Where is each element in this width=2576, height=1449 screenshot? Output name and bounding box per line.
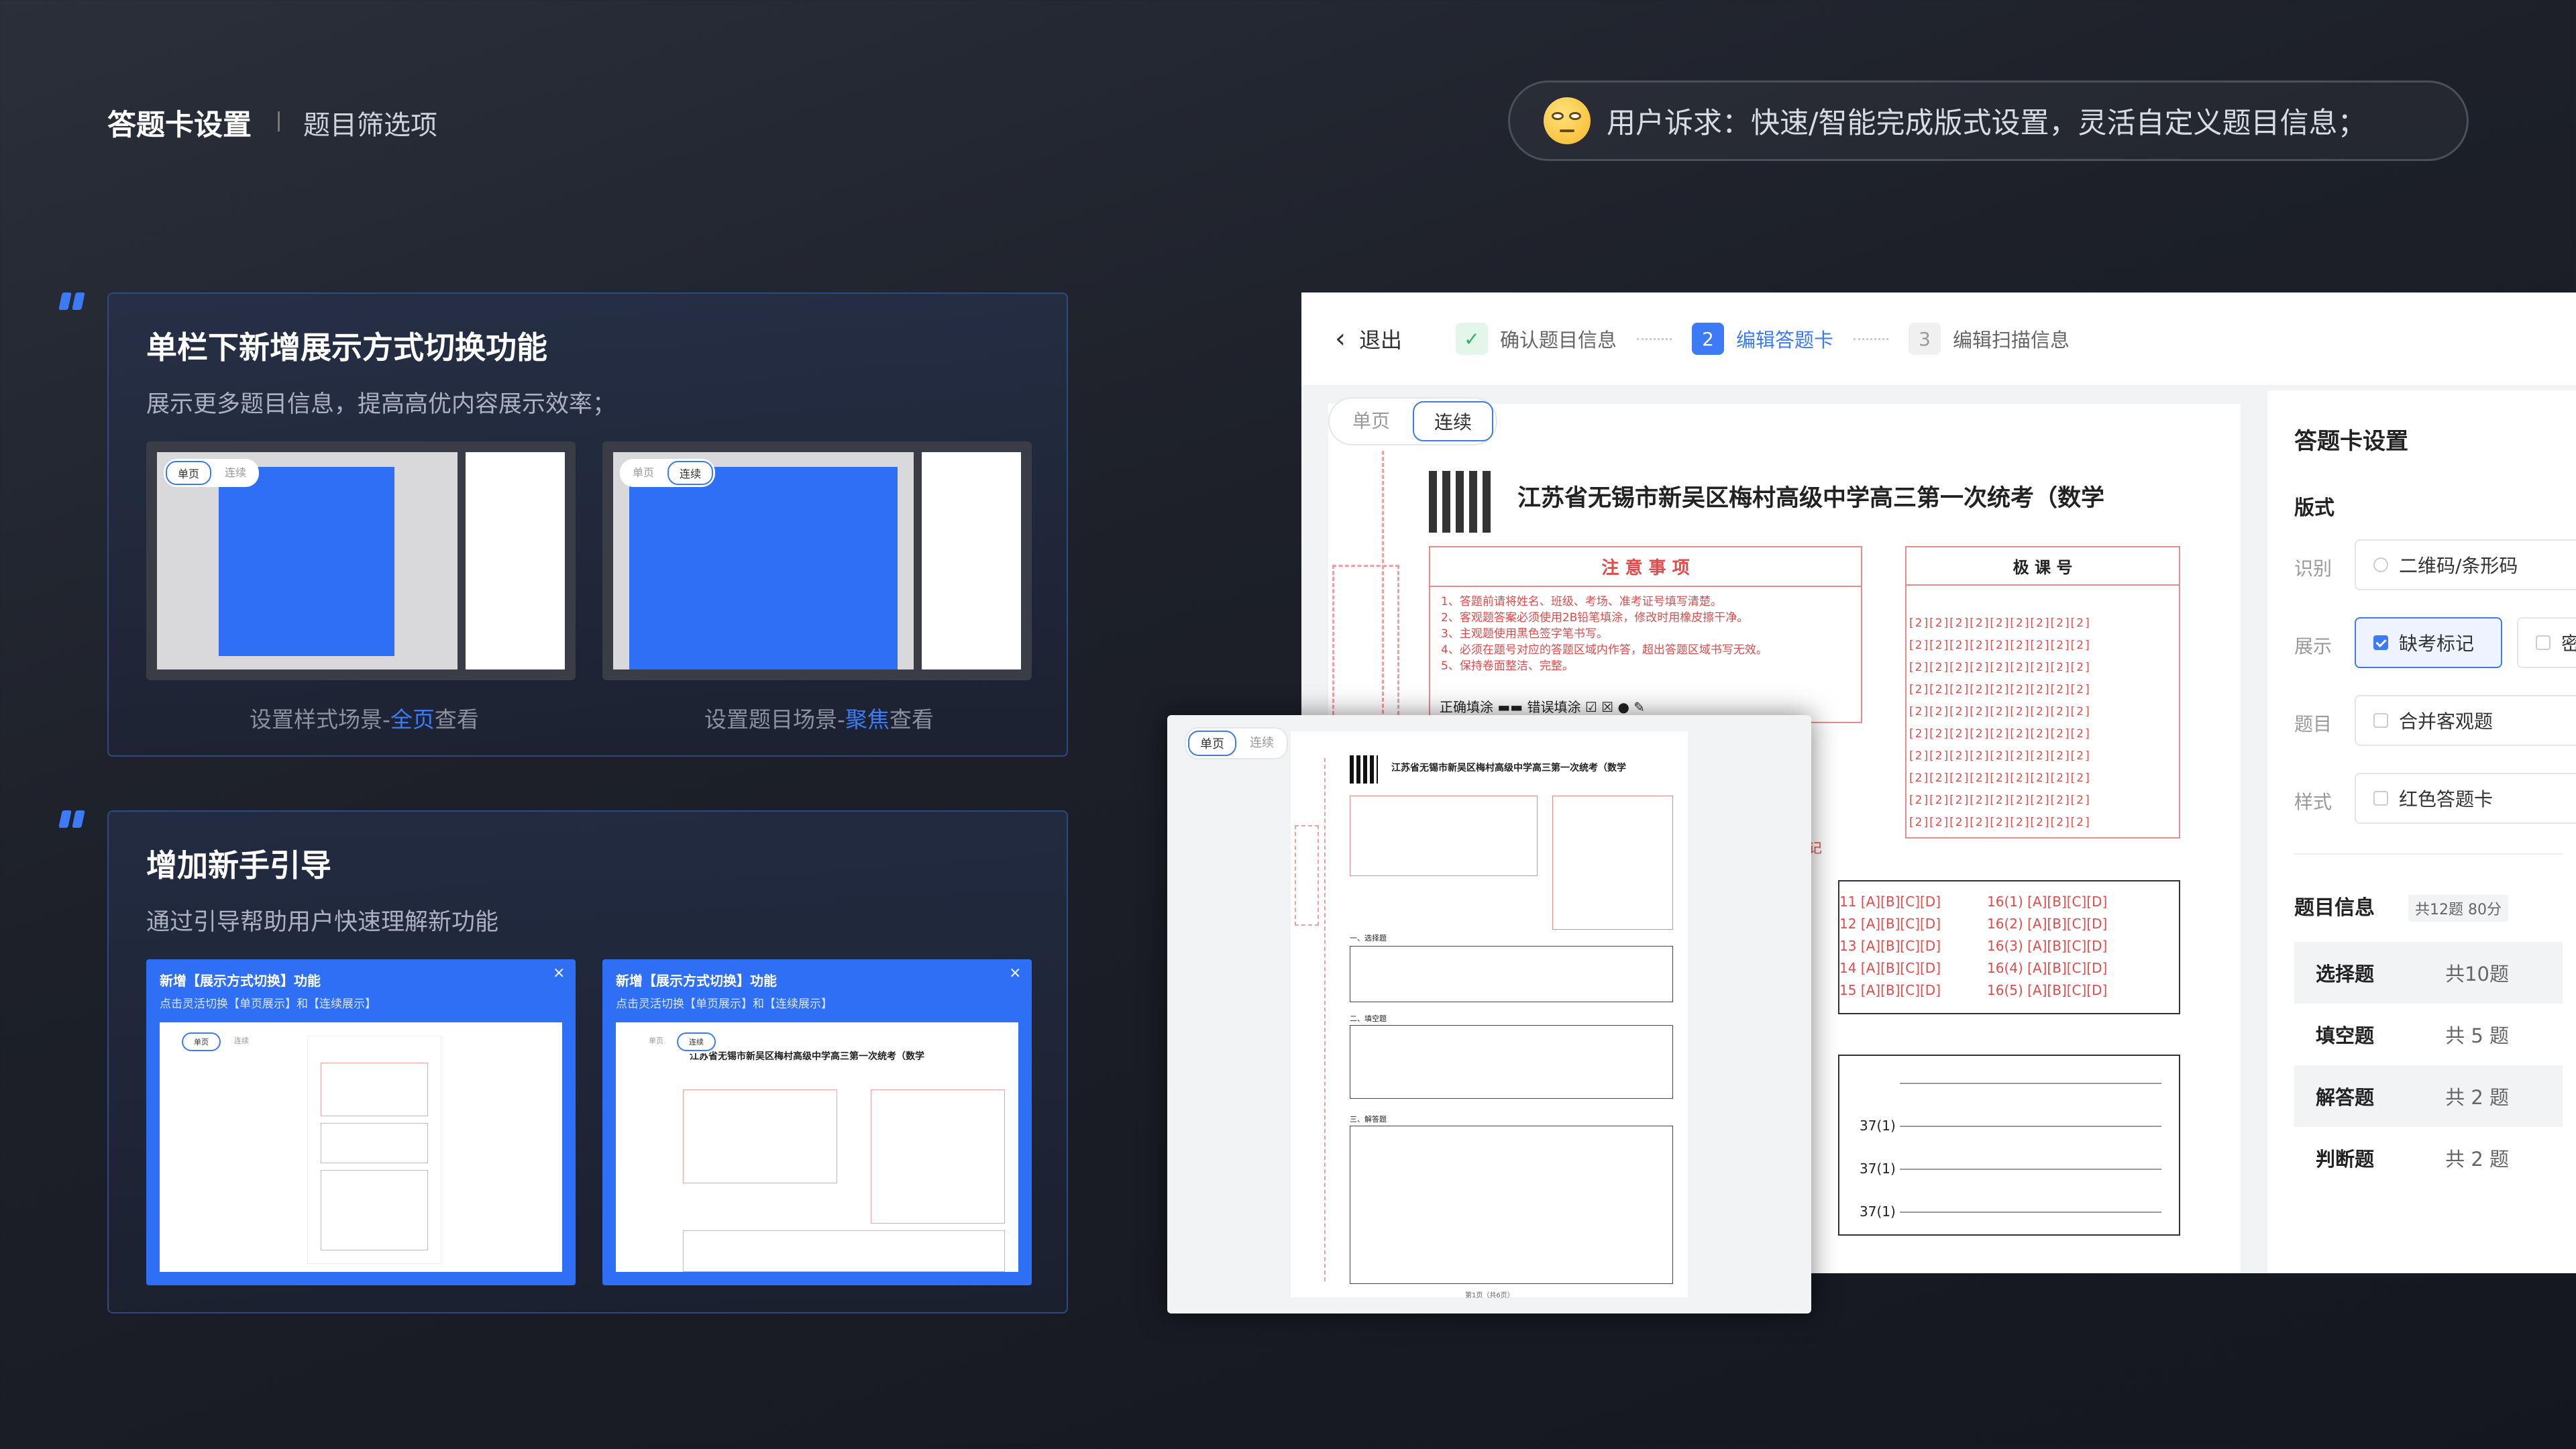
- back-button[interactable]: 退出: [1359, 323, 1402, 354]
- guide-subtitle: 点击灵活切换【单页展示】和【连续展示】: [160, 998, 376, 1011]
- preview-tab-single[interactable]: 单页: [1188, 731, 1236, 756]
- caption-fullpage: 设置样式场景-全页查看: [250, 706, 479, 733]
- guide-title: 新增【展示方式切换】功能: [160, 973, 321, 989]
- mini-view-tabs: 单页 连续: [620, 459, 716, 487]
- caption-focus: 设置题目场景-聚焦查看: [704, 706, 934, 733]
- page-subtitle: 题目筛选项: [303, 110, 437, 141]
- preview-view-tabs[interactable]: 单页 连续: [1185, 727, 1288, 759]
- view-mode-tabs[interactable]: 单页 连续: [1328, 397, 1498, 445]
- sheet-title: 江苏省无锡市新吴区梅村高级中学高三第一次统考（数学: [1517, 485, 2105, 512]
- absent-mark-option[interactable]: 缺考标记: [2355, 617, 2502, 668]
- single-page-preview: 单页 连续 江苏省无锡市新吴区梅村高级中学高三第一次统考（数学 一、选择题 二、…: [1167, 715, 1811, 1313]
- question-info-title: 题目信息: [2294, 896, 2375, 920]
- card-title: 单栏下新增展示方式切换功能: [146, 329, 547, 366]
- mini-tab-continuous: 连续: [667, 461, 714, 485]
- red-sheet-option[interactable]: 红色答题卡: [2355, 773, 2576, 824]
- user-need-text: 用户诉求：快速/智能完成版式设置，灵活自定义题目信息；: [1607, 107, 2367, 140]
- guide-subtitle: 点击灵活切换【单页展示】和【连续展示】: [616, 998, 833, 1011]
- thinking-emoji-icon: [1544, 97, 1591, 144]
- quote-mark-icon: [58, 292, 85, 310]
- mini-tab-continuous: 连续: [225, 466, 247, 479]
- preview-tab-continuous[interactable]: 连续: [1239, 731, 1285, 756]
- question-row-fill[interactable]: 填空题共 5 题: [2294, 1004, 2563, 1065]
- card-title: 增加新手引导: [146, 847, 331, 883]
- mini-tab-single: 单页: [182, 1032, 221, 1051]
- mini-tab-continuous: 连续: [677, 1032, 716, 1051]
- preview-footer: 第1页（共6页）: [1465, 1292, 1514, 1299]
- mini-tab-single: 单页: [166, 461, 212, 485]
- mini-view-tabs: 单页 连续: [636, 1030, 718, 1053]
- mini-tab-single: 单页: [649, 1036, 663, 1045]
- question-row-judge[interactable]: 判断题共 2 题: [2294, 1127, 2563, 1189]
- editor-topbar: ‹ 退出 ✓ 确认题目信息 2 编辑答题卡 3 编辑扫描信息: [1301, 292, 2576, 385]
- notice-box: 注 意 事 项 1、答题前请将姓名、班级、考场、准考证号填写清楚。 2、客观题答…: [1429, 546, 1862, 723]
- preview-section-solve: 三、解答题: [1350, 1115, 1387, 1124]
- layout-label: 版式: [2294, 496, 2334, 520]
- preview-section-fill: 二、填空题: [1350, 1014, 1387, 1023]
- close-icon[interactable]: ×: [1009, 965, 1021, 981]
- guide-popover-2: 新增【展示方式切换】功能 点击灵活切换【单页展示】和【连续展示】 × 江苏省无锡…: [602, 959, 1032, 1285]
- thumb-focus: 单页 连续: [602, 441, 1032, 680]
- guide-popover-1: 新增【展示方式切换】功能 点击灵活切换【单页展示】和【连续展示】 × 单页 连续: [146, 959, 576, 1285]
- question-row-solve[interactable]: 解答题共 2 题: [2294, 1065, 2563, 1127]
- title-divider: [278, 111, 280, 131]
- choice-block: 11 [A][B][C][D] 12 [A][B][C][D] 13 [A][B…: [1838, 880, 2180, 1014]
- display-label: 展示: [2294, 635, 2332, 657]
- mini-view-tabs: 单页 连续: [164, 459, 260, 487]
- step-2: 2 编辑答题卡: [1692, 323, 1833, 355]
- card-desc: 展示更多题目信息，提高高优内容展示效率；: [146, 391, 616, 418]
- feature-card-guide: 增加新手引导 通过引导帮助用户快速理解新功能 新增【展示方式切换】功能 点击灵活…: [107, 810, 1068, 1313]
- step-1: ✓ 确认题目信息: [1456, 323, 1617, 355]
- question-summary: 共12题 80分: [2408, 895, 2508, 922]
- question-list: 选择题 共10题 填空题共 5 题 解答题共 2 题 判断题共 2 题: [2294, 942, 2563, 1189]
- preview-sheet: 江苏省无锡市新吴区梅村高级中学高三第一次统考（数学 一、选择题 二、填空题 三、…: [1291, 731, 1688, 1299]
- question-label: 题目: [2294, 713, 2332, 735]
- page-title: 答题卡设置: [107, 109, 252, 142]
- user-need-pill: 用户诉求：快速/智能完成版式设置，灵活自定义题目信息；: [1508, 80, 2469, 161]
- qr-code-icon: [1350, 755, 1378, 784]
- guide-title: 新增【展示方式切换】功能: [616, 973, 777, 989]
- style-label: 样式: [2294, 791, 2332, 813]
- card-desc: 通过引导帮助用户快速理解新功能: [146, 909, 499, 936]
- recognize-label: 识别: [2294, 557, 2332, 580]
- question-row-choice[interactable]: 选择题 共10题: [2294, 942, 2563, 1004]
- quote-mark-icon: [58, 810, 85, 828]
- close-icon[interactable]: ×: [553, 965, 565, 981]
- tab-continuous[interactable]: 连续: [1413, 401, 1494, 441]
- thumb-fullpage: 单页 连续: [146, 441, 576, 680]
- barcode-zone: [1332, 565, 1399, 739]
- sheet-title: 江苏省无锡市新吴区梅村高级中学高三第一次统考（数学: [690, 1051, 924, 1062]
- sidebar-title: 答题卡设置: [2294, 428, 2408, 455]
- id-grid: 极 课 号 [2][2][2][2][2][2][2][2][2] [2][2][…: [1905, 546, 2180, 839]
- settings-sidebar: 答题卡设置 版式 识别 二维码/条形码 展示 缺考标记 密 题目 合并客观题 样…: [2267, 390, 2576, 1273]
- feature-card-switch: 单栏下新增展示方式切换功能 展示更多题目信息，提高高优内容展示效率； 单页 连续…: [107, 292, 1068, 757]
- mini-tab-continuous: 连续: [234, 1036, 249, 1045]
- mini-tab-single: 单页: [633, 466, 655, 479]
- preview-section-choice: 一、选择题: [1350, 934, 1387, 943]
- step-3: 3 编辑扫描信息: [1909, 323, 2070, 355]
- merge-objective-option[interactable]: 合并客观题: [2355, 695, 2576, 746]
- back-icon[interactable]: ‹: [1335, 323, 1346, 354]
- tab-single-page[interactable]: 单页: [1332, 401, 1410, 441]
- qr-code-icon: [1429, 471, 1491, 533]
- seal-option[interactable]: 密: [2517, 617, 2576, 668]
- fill-block: 37(1) 37(1) 37(1): [1838, 1055, 2180, 1236]
- recognize-option[interactable]: 二维码/条形码: [2355, 539, 2576, 590]
- mini-view-tabs: 单页 连续: [180, 1030, 262, 1053]
- preview-title: 江苏省无锡市新吴区梅村高级中学高三第一次统考（数学: [1391, 763, 1626, 773]
